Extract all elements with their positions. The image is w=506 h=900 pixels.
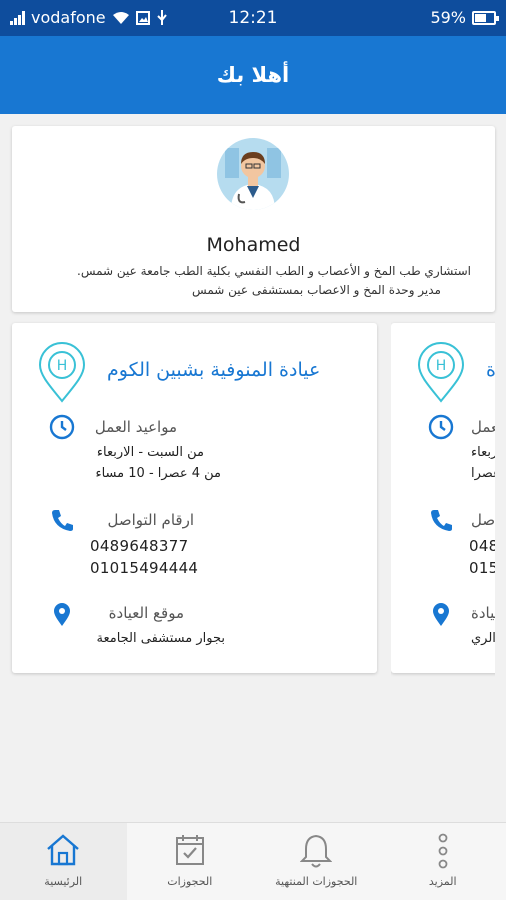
- clinic-location: بجوار مستشفى الجامعة: [96, 631, 225, 646]
- clinic-card-clip: H عيادة مواعيد العمل من السبت - الاربعاء…: [391, 318, 495, 678]
- phone-number[interactable]: 048: [469, 537, 495, 555]
- doctor-bio: استشاري طب المخ و الأعصاب و الطب النفسي …: [32, 262, 475, 300]
- working-hours-title: مواعيد العمل: [471, 418, 495, 436]
- nav-finished-bookings[interactable]: الحجوزات المنتهية: [253, 823, 380, 900]
- working-hours-title: مواعيد العمل: [94, 418, 177, 436]
- clock-icon: [428, 414, 454, 440]
- clinic-card[interactable]: H عيادة مواعيد العمل من السبت - الاربعاء…: [391, 323, 495, 673]
- status-right: 59%: [430, 8, 499, 27]
- bio-line: استشاري طب المخ و الأعصاب و الطب النفسي …: [77, 264, 471, 278]
- doctor-profile-card: Mohamed استشاري طب المخ و الأعصاب و الطب…: [12, 126, 495, 312]
- calendar-check-icon: [175, 835, 204, 865]
- location-pin-icon: [433, 603, 449, 626]
- phone-icon: [52, 510, 73, 531]
- contact-numbers-title: ارقام التواصل: [471, 511, 495, 529]
- bell-icon: [300, 834, 333, 868]
- clinic-location-title: موقع العيادة: [471, 604, 495, 622]
- working-days: من السبت - الاربعاء: [471, 445, 495, 460]
- hospital-pin-icon: H: [38, 342, 86, 403]
- battery-icon: [472, 10, 499, 25]
- app-header: أهلا بك: [0, 36, 506, 114]
- svg-text:H: H: [57, 358, 68, 374]
- battery-percent: 59%: [430, 8, 466, 27]
- page-title: أهلا بك: [216, 63, 290, 87]
- phone-number[interactable]: 0489648377: [90, 537, 188, 555]
- hospital-pin-icon: H: [417, 342, 465, 403]
- working-time: من 4 عصرا: [471, 466, 495, 481]
- home-icon: [47, 834, 80, 866]
- working-time: من 4 عصرا - 10 مساء: [95, 466, 221, 481]
- nav-label: المزيد: [428, 875, 457, 888]
- nav-bookings[interactable]: الحجوزات: [127, 823, 254, 900]
- nav-more[interactable]: المزيد: [380, 823, 506, 900]
- clinic-name: عيادة: [486, 359, 495, 381]
- working-days: من السبت - الاربعاء: [96, 445, 204, 460]
- contact-numbers-title: ارقام التواصل: [107, 511, 194, 529]
- clinic-card[interactable]: H عيادة المنوفية بشبين الكوم مواعيد العم…: [12, 323, 377, 673]
- clinic-location-title: موقع العيادة: [108, 604, 184, 622]
- location-pin-icon: [54, 603, 70, 626]
- svg-text:H: H: [436, 358, 447, 374]
- nav-label: الحجوزات: [167, 875, 213, 888]
- status-bar: vodafone 12:21 59%: [0, 0, 506, 36]
- nav-home[interactable]: الرئيسية: [0, 823, 127, 900]
- phone-number[interactable]: 01015494444: [90, 559, 198, 577]
- phone-icon: [431, 510, 452, 531]
- clinic-location: الري: [471, 631, 495, 646]
- phone-number[interactable]: 015: [469, 559, 495, 577]
- bottom-nav: الرئيسية الحجوزات الحجوزات المنتهية المز…: [0, 822, 506, 900]
- more-vertical-icon: [438, 833, 448, 869]
- clock-icon: [49, 414, 75, 440]
- clinic-name: عيادة المنوفية بشبين الكوم: [107, 359, 321, 381]
- bio-line: مدير وحدة المخ و الاعصاب بمستشفى عين شمس: [192, 283, 441, 297]
- nav-label: الحجوزات المنتهية: [275, 875, 358, 888]
- doctor-avatar: [217, 138, 289, 210]
- doctor-name: Mohamed: [206, 234, 301, 256]
- nav-label: الرئيسية: [44, 875, 83, 888]
